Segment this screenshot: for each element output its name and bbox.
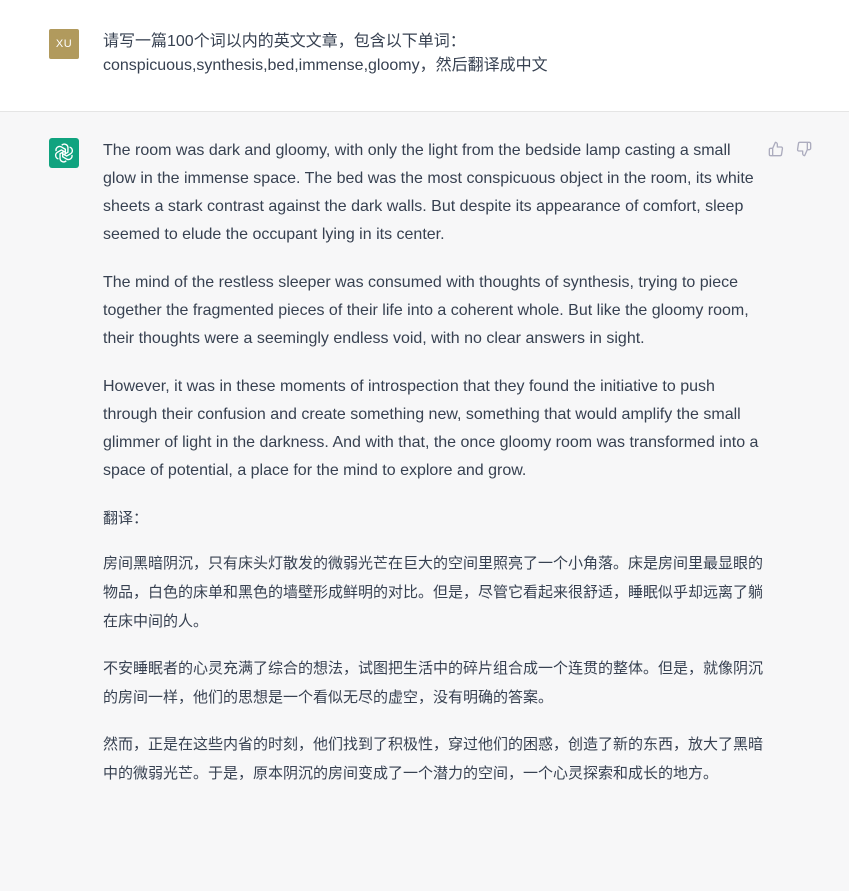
assistant-message-row: The room was dark and gloomy, with only … — [0, 112, 849, 891]
assistant-paragraph-2: The mind of the restless sleeper was con… — [103, 274, 749, 347]
openai-logo-icon — [55, 143, 73, 163]
thumbs-up-button[interactable] — [767, 140, 785, 158]
user-message-row: XU 请写一篇100个词以内的英文文章，包含以下单词： conspicuous,… — [0, 0, 849, 112]
feedback-buttons — [767, 140, 813, 158]
assistant-paragraph-3: However, it was in these moments of intr… — [103, 378, 759, 479]
thumbs-down-icon — [796, 141, 812, 157]
user-message: 请写一篇100个词以内的英文文章，包含以下单词： conspicuous,syn… — [103, 30, 783, 78]
translation-paragraph-3: 然而，正是在这些内省的时刻，他们找到了积极性，穿过他们的困惑，创造了新的东西，放… — [103, 736, 764, 782]
translation-paragraph-1: 房间黑暗阴沉，只有床头灯散发的微弱光芒在巨大的空间里照亮了一个小角落。床是房间里… — [103, 555, 764, 630]
translation-paragraph-2: 不安睡眠者的心灵充满了综合的想法，试图把生活中的碎片组合成一个连贯的整体。但是，… — [103, 660, 764, 706]
user-avatar: XU — [49, 29, 79, 59]
user-message-line-1: 请写一篇100个词以内的英文文章，包含以下单词： — [103, 33, 466, 50]
assistant-avatar — [49, 138, 79, 168]
user-message-line-2: conspicuous,synthesis,bed,immense,gloomy… — [103, 57, 548, 74]
thumbs-up-icon — [768, 141, 784, 157]
thumbs-down-button[interactable] — [795, 140, 813, 158]
translation-label: 翻译： — [103, 510, 149, 527]
assistant-message: The room was dark and gloomy, with only … — [103, 137, 763, 806]
assistant-paragraph-1: The room was dark and gloomy, with only … — [103, 142, 754, 243]
